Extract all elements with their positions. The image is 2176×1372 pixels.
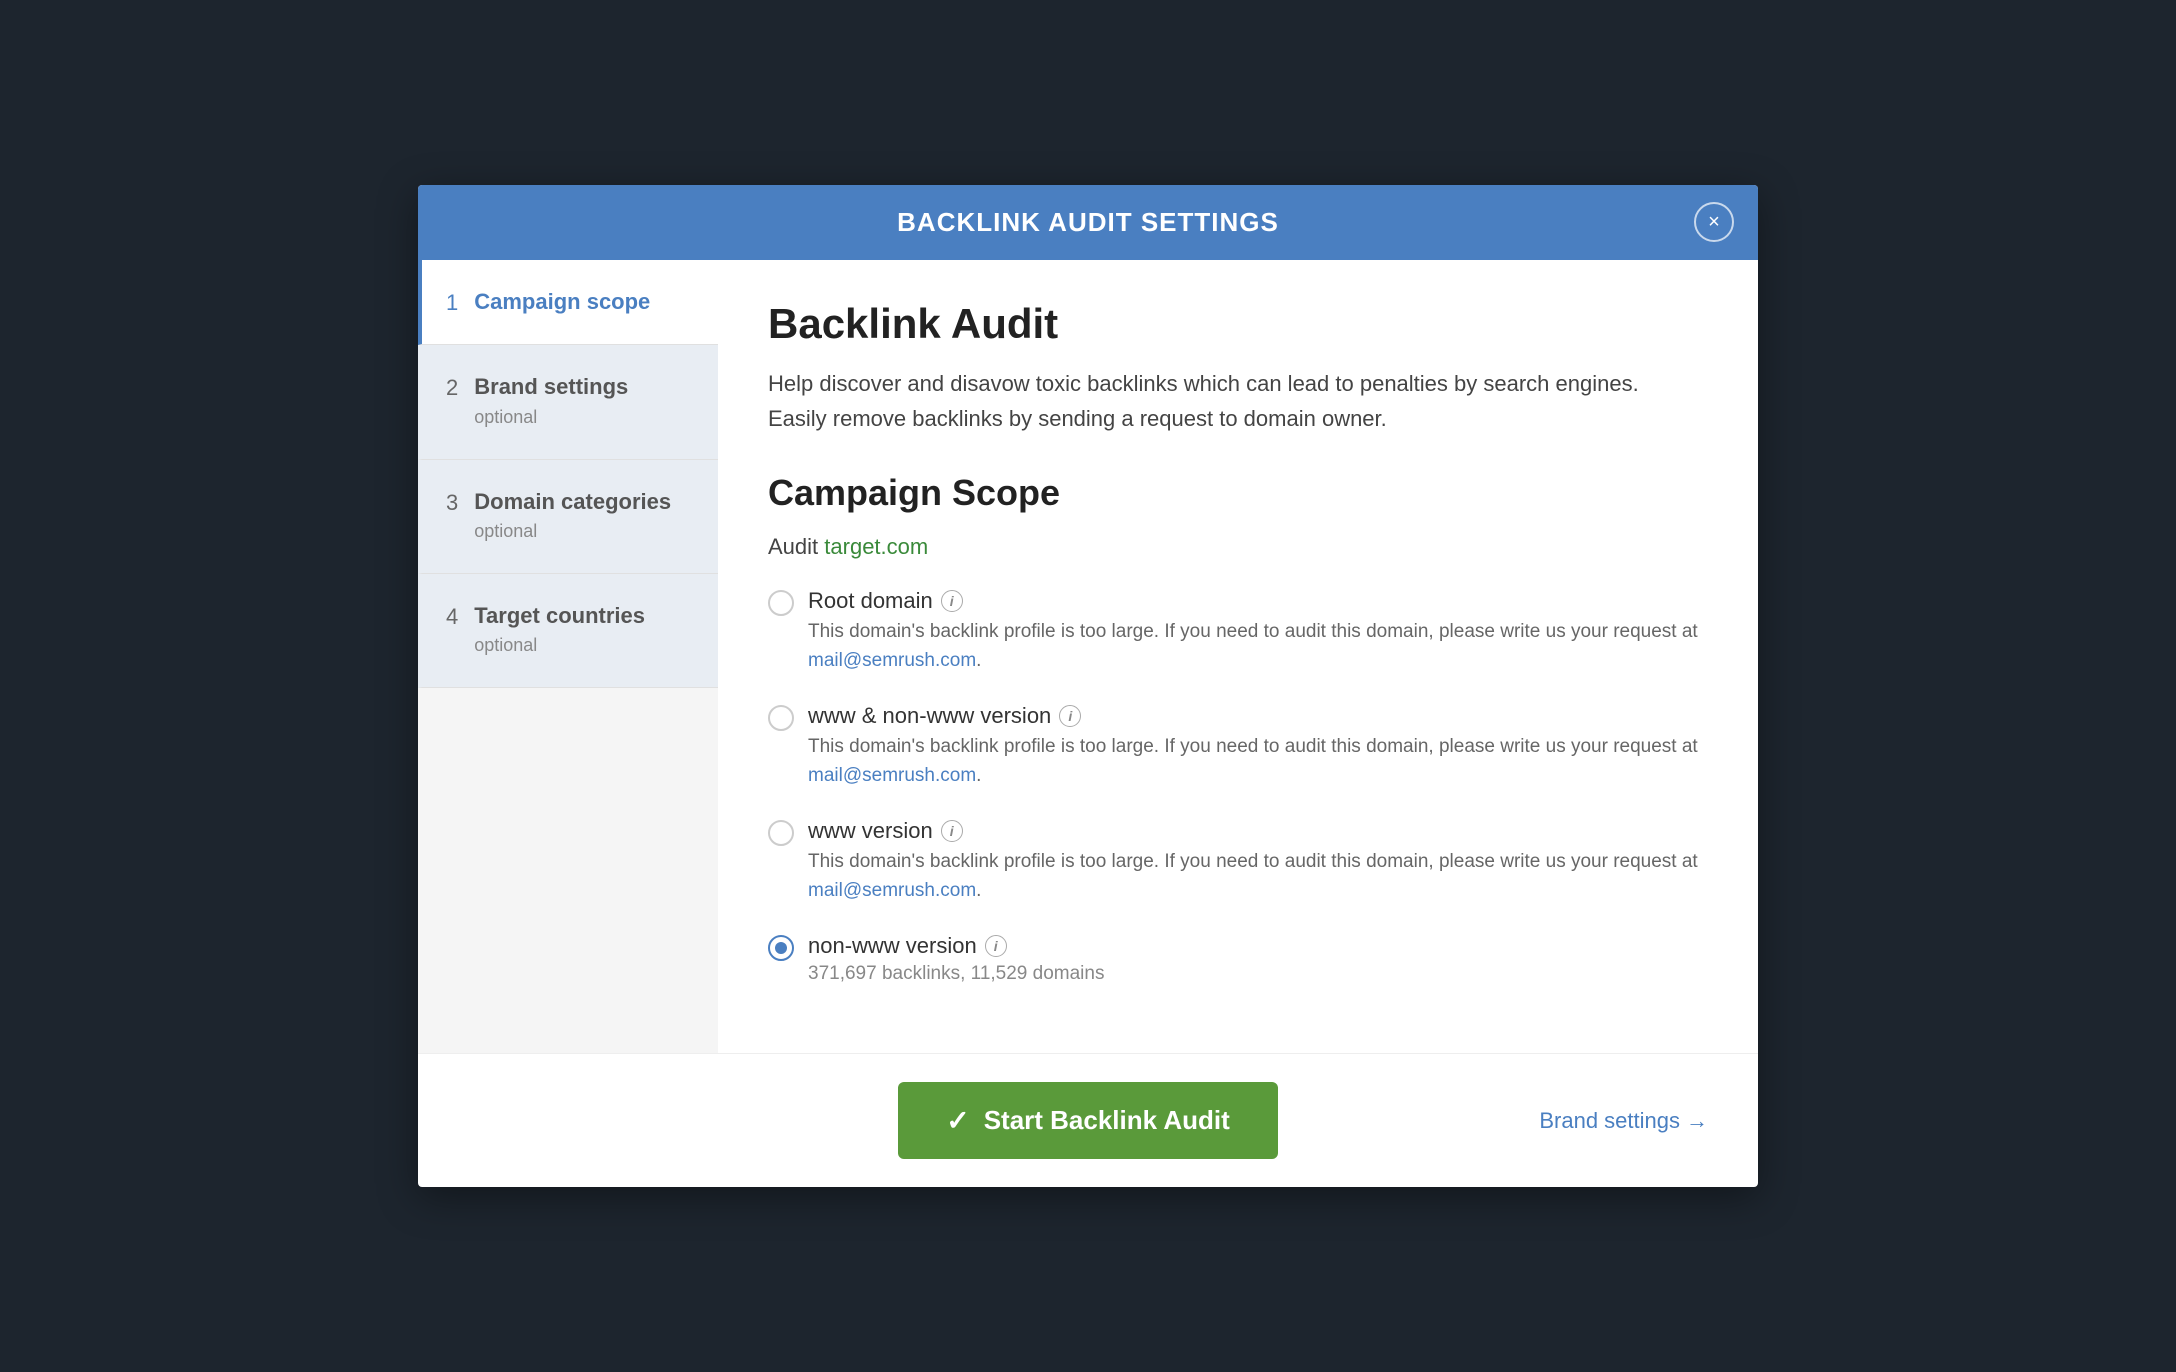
sidebar-num-4: 4 — [446, 604, 458, 630]
radio-option-www-version: www version i This domain's backlink pro… — [768, 818, 1708, 905]
audit-domain-link[interactable]: target.com — [824, 534, 928, 559]
info-icon-non-www: i — [985, 935, 1007, 957]
radio-www-non-www[interactable] — [768, 705, 794, 731]
radio-www-version[interactable] — [768, 820, 794, 846]
checkmark-icon: ✓ — [946, 1104, 969, 1137]
start-audit-label: Start Backlink Audit — [984, 1105, 1230, 1136]
radio-label-root-domain[interactable]: Root domain i — [808, 588, 1708, 614]
radio-non-www-version[interactable] — [768, 935, 794, 961]
modal-dialog: BACKLINK AUDIT SETTINGS × 1 Campaign sco… — [418, 185, 1758, 1187]
brand-settings-link[interactable]: Brand settings → — [1539, 1108, 1708, 1134]
sidebar-item-campaign-scope[interactable]: 1 Campaign scope — [418, 260, 718, 346]
modal-title: BACKLINK AUDIT SETTINGS — [897, 207, 1279, 237]
close-icon: × — [1708, 211, 1720, 234]
modal-main-content: Backlink Audit Help discover and disavow… — [718, 260, 1758, 1053]
www-version-text: www version — [808, 818, 933, 844]
sidebar-item-domain-categories[interactable]: 3 Domain categoriesoptional — [418, 460, 718, 574]
sidebar-label-3: Domain categoriesoptional — [474, 488, 671, 545]
audit-label: Audit — [768, 534, 818, 559]
campaign-scope-title: Campaign Scope — [768, 472, 1708, 514]
radio-content-www-non-www: www & non-www version i This domain's ba… — [808, 703, 1708, 790]
info-icon-root: i — [941, 590, 963, 612]
sidebar-item-brand-settings[interactable]: 2 Brand settingsoptional — [418, 345, 718, 459]
page-description: Help discover and disavow toxic backlink… — [768, 366, 1668, 436]
email-link-www[interactable]: mail@semrush.com — [808, 880, 976, 901]
radio-content-www-version: www version i This domain's backlink pro… — [808, 818, 1708, 905]
modal-backdrop: BACKLINK AUDIT SETTINGS × 1 Campaign sco… — [0, 0, 2176, 1372]
sidebar-label-2: Brand settingsoptional — [474, 373, 628, 430]
sidebar-sublabel-3: optional — [474, 521, 537, 541]
info-icon-www: i — [941, 820, 963, 842]
sidebar-label-1: Campaign scope — [474, 288, 650, 317]
modal-footer: ✓ Start Backlink Audit Brand settings → — [418, 1053, 1758, 1187]
radio-label-www-non-www[interactable]: www & non-www version i — [808, 703, 1708, 729]
modal-header: BACKLINK AUDIT SETTINGS × — [418, 185, 1758, 260]
info-icon-www-non-www: i — [1059, 705, 1081, 727]
audit-line: Audit target.com — [768, 534, 1708, 560]
sidebar-num-1: 1 — [446, 290, 458, 316]
radio-option-root-domain: Root domain i This domain's backlink pro… — [768, 588, 1708, 675]
radio-root-domain[interactable] — [768, 590, 794, 616]
radio-desc-www-non-www: This domain's backlink profile is too la… — [808, 733, 1708, 790]
radio-label-www-version[interactable]: www version i — [808, 818, 1708, 844]
sidebar-sublabel-4: optional — [474, 635, 537, 655]
modal-body: 1 Campaign scope 2 Brand settingsoptiona… — [418, 260, 1758, 1053]
radio-content-non-www: non-www version i 371,697 backlinks, 11,… — [808, 933, 1708, 985]
radio-desc-root-domain: This domain's backlink profile is too la… — [808, 618, 1708, 675]
radio-label-non-www[interactable]: non-www version i — [808, 933, 1708, 959]
radio-content-root: Root domain i This domain's backlink pro… — [808, 588, 1708, 675]
radio-count-non-www: 371,697 backlinks, 11,529 domains — [808, 963, 1708, 985]
www-non-www-text: www & non-www version — [808, 703, 1051, 729]
modal-sidebar: 1 Campaign scope 2 Brand settingsoptiona… — [418, 260, 718, 1053]
sidebar-num-3: 3 — [446, 490, 458, 516]
modal-close-button[interactable]: × — [1694, 202, 1734, 242]
brand-settings-text: Brand settings — [1539, 1108, 1680, 1134]
start-audit-button[interactable]: ✓ Start Backlink Audit — [898, 1082, 1278, 1159]
sidebar-sublabel-2: optional — [474, 407, 537, 427]
root-domain-text: Root domain — [808, 588, 933, 614]
brand-settings-arrow: → — [1686, 1108, 1708, 1134]
sidebar-label-4: Target countriesoptional — [474, 602, 645, 659]
radio-option-non-www: non-www version i 371,697 backlinks, 11,… — [768, 933, 1708, 985]
sidebar-item-target-countries[interactable]: 4 Target countriesoptional — [418, 574, 718, 688]
email-link-www-non-www[interactable]: mail@semrush.com — [808, 765, 976, 786]
page-title: Backlink Audit — [768, 300, 1708, 348]
radio-option-www-non-www: www & non-www version i This domain's ba… — [768, 703, 1708, 790]
sidebar-num-2: 2 — [446, 375, 458, 401]
non-www-text: non-www version — [808, 933, 977, 959]
radio-desc-www-version: This domain's backlink profile is too la… — [808, 848, 1708, 905]
email-link-root[interactable]: mail@semrush.com — [808, 650, 976, 671]
